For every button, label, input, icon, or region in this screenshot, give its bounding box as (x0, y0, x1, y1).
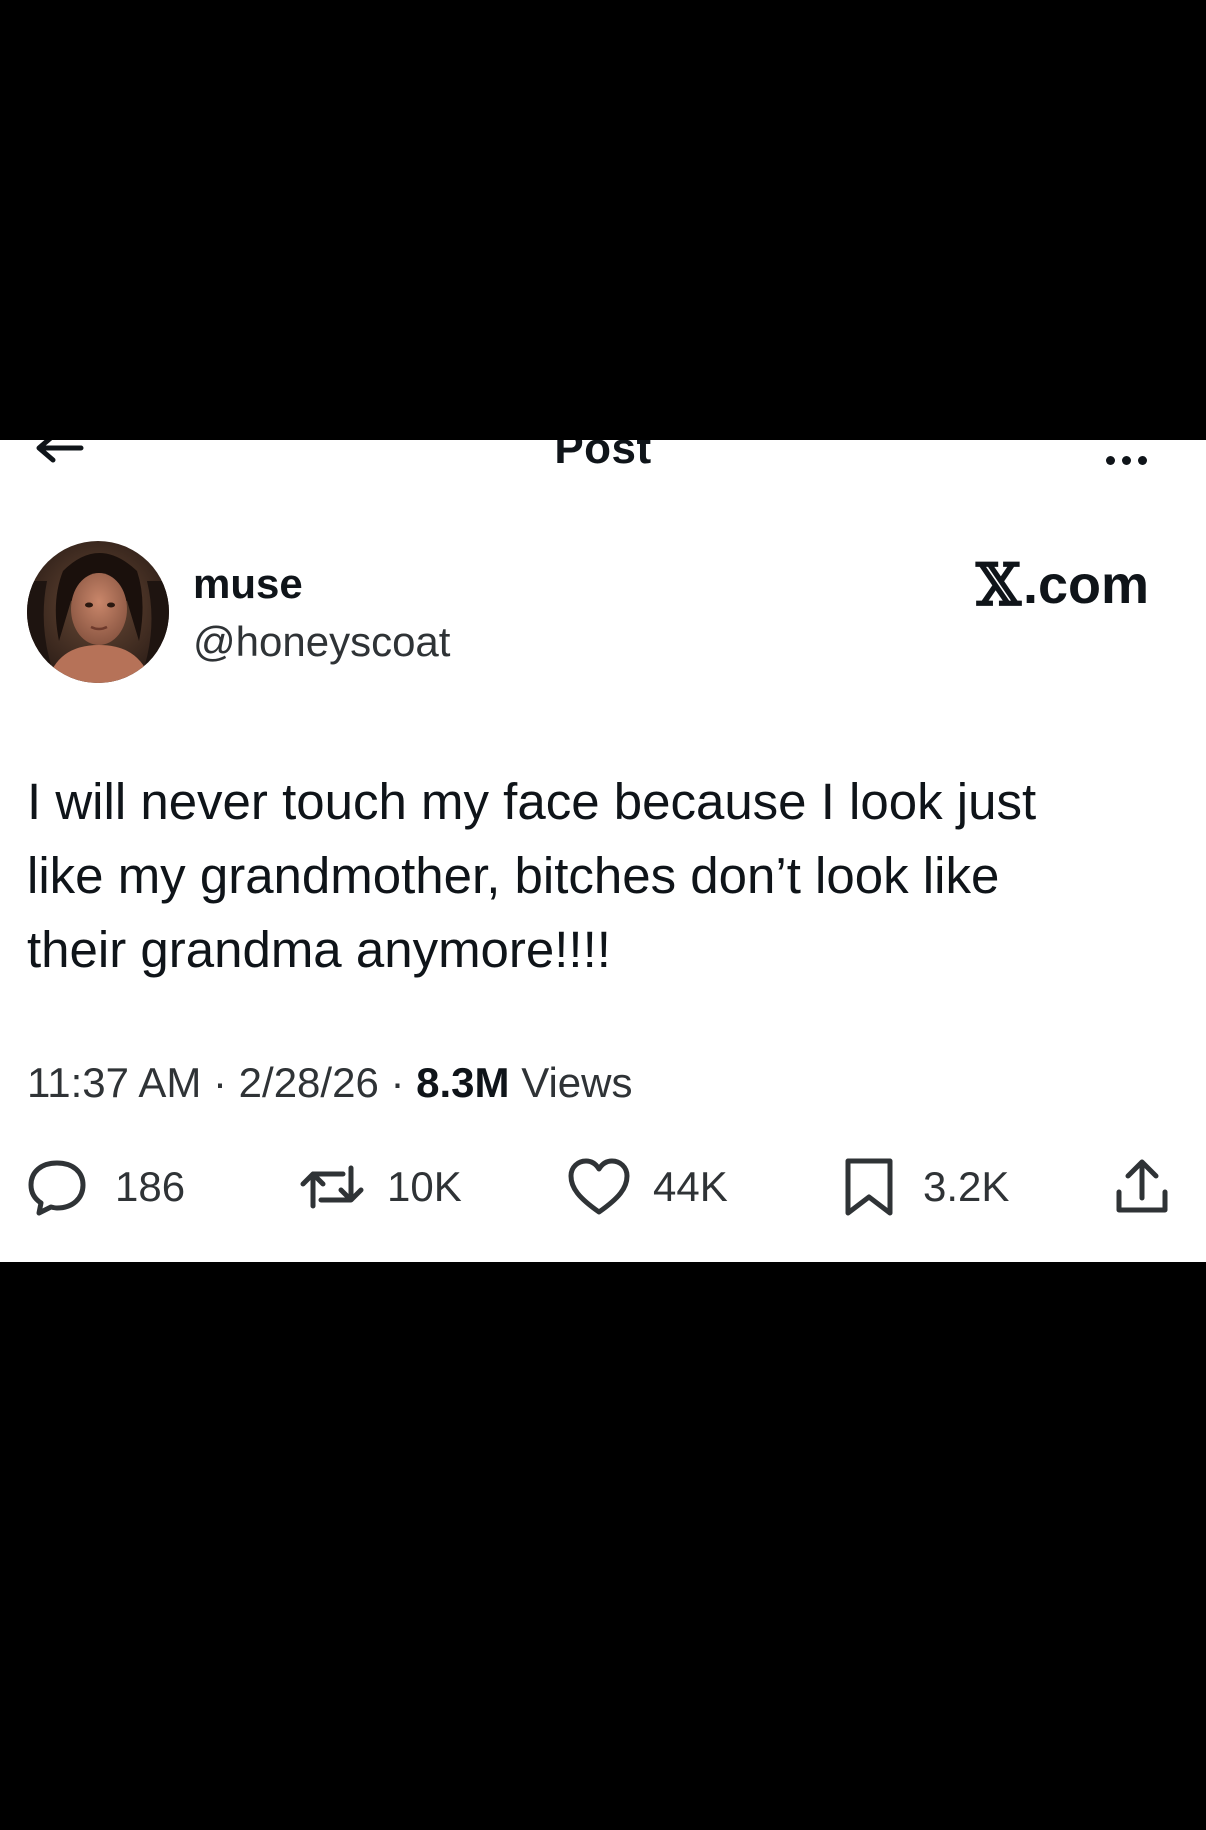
meta-separator: · (378, 1059, 417, 1106)
x-logo-icon: 𝕏 (975, 551, 1021, 619)
bookmark-count: 3.2K (923, 1163, 1010, 1210)
more-icon-dot (1137, 455, 1147, 465)
more-button[interactable] (1096, 448, 1156, 472)
brand-suffix: .com (1022, 555, 1149, 615)
more-icon-dot (1121, 455, 1131, 465)
more-icon (1105, 455, 1115, 465)
post-meta: 11:37 AM · 2/28/26 · 8.3M Views (27, 1058, 632, 1108)
author-handle[interactable]: @honeyscoat (193, 618, 450, 666)
author-display-name[interactable]: muse (193, 560, 303, 608)
post-card: Post muse @honeyscoat 𝕏 .com I will neve… (0, 440, 1206, 1262)
like-count: 44K (653, 1163, 728, 1210)
post-time[interactable]: 11:37 AM (27, 1058, 201, 1108)
share-button[interactable] (1115, 1155, 1169, 1219)
meta-separator: · (201, 1059, 239, 1106)
post-text: I will never touch my face because I loo… (27, 773, 1037, 978)
action-bar: 186 10K 44K 3.2K (27, 1155, 1169, 1219)
reply-button[interactable]: 186 (27, 1155, 185, 1219)
repost-button[interactable]: 10K (299, 1155, 462, 1219)
letterbox-bottom (0, 1262, 1206, 1830)
meta-space (510, 1058, 522, 1108)
repost-icon (300, 1165, 364, 1209)
bookmark-button[interactable]: 3.2K (843, 1155, 1009, 1219)
share-icon (1116, 1159, 1168, 1213)
views-label: Views (521, 1059, 633, 1106)
x-com-watermark: 𝕏 .com (976, 555, 1149, 615)
letterbox-top (0, 0, 1206, 440)
reply-icon (28, 1160, 86, 1216)
page-title: Post (554, 440, 652, 473)
post-date[interactable]: 2/28/26 (239, 1058, 379, 1108)
like-button[interactable]: 44K (567, 1155, 728, 1219)
avatar[interactable] (27, 541, 169, 683)
repost-count: 10K (387, 1163, 462, 1210)
bookmark-icon (845, 1158, 893, 1216)
heart-icon (568, 1158, 630, 1215)
views-count: 8.3M (416, 1059, 510, 1106)
reply-count: 186 (115, 1163, 186, 1210)
avatar-image (27, 541, 169, 683)
